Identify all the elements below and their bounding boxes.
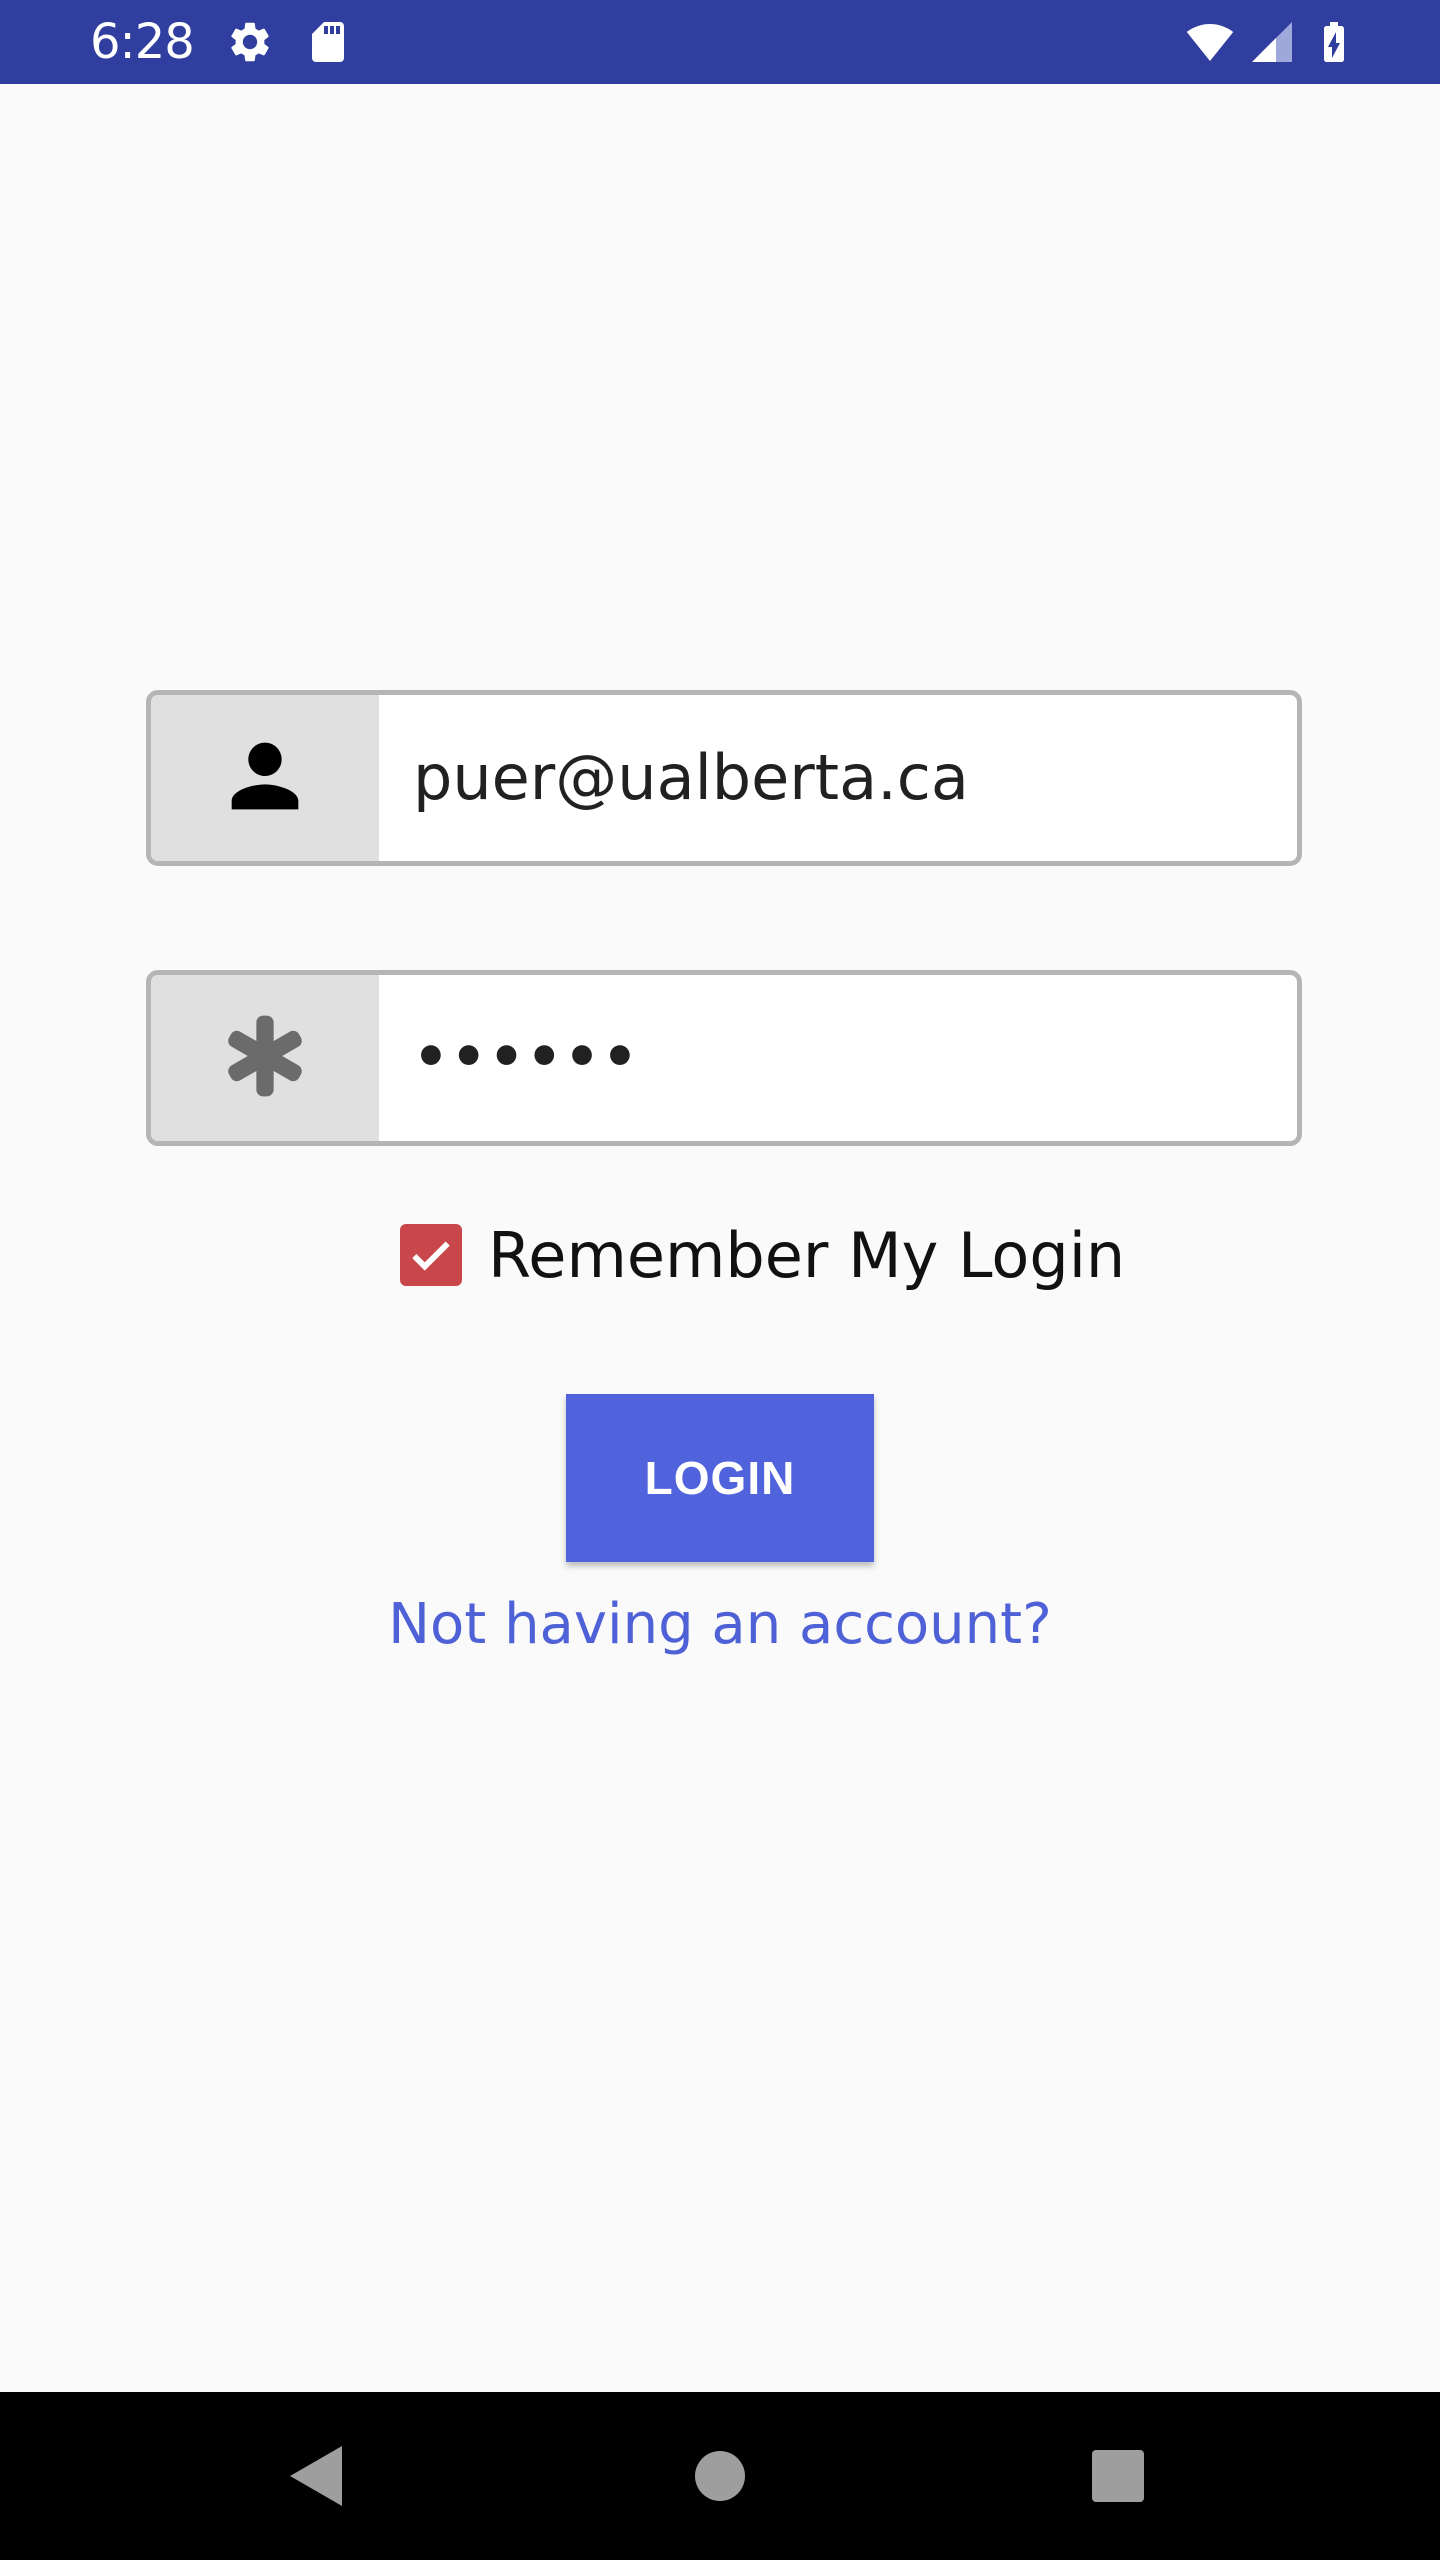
checkmark-icon: [412, 1241, 450, 1271]
signup-link[interactable]: Not having an account?: [0, 1592, 1440, 1657]
remember-label: Remember My Login: [488, 1218, 1126, 1292]
signal-icon: [1248, 18, 1296, 66]
sd-card-icon: [304, 18, 352, 66]
back-icon[interactable]: [278, 2436, 358, 2516]
status-bar: 6:28: [0, 0, 1440, 84]
settings-icon: [226, 18, 274, 66]
email-field[interactable]: puer@ualberta.ca: [146, 690, 1302, 866]
battery-charging-icon: [1310, 18, 1358, 66]
password-field[interactable]: ••••••: [146, 970, 1302, 1146]
wifi-icon: [1186, 18, 1234, 66]
navigation-bar: [0, 2392, 1440, 2560]
home-icon[interactable]: [680, 2436, 760, 2516]
asterisk-icon: [217, 1008, 313, 1109]
email-input[interactable]: puer@ualberta.ca: [413, 695, 969, 861]
login-button[interactable]: LOGIN: [566, 1394, 874, 1562]
person-icon: [215, 726, 315, 831]
recents-icon[interactable]: [1078, 2436, 1158, 2516]
email-icon-box: [151, 695, 379, 861]
status-time: 6:28: [90, 14, 195, 70]
remember-login-row[interactable]: Remember My Login: [400, 1219, 1125, 1292]
remember-checkbox[interactable]: [400, 1224, 462, 1286]
password-input[interactable]: ••••••: [413, 975, 640, 1141]
password-icon-box: [151, 975, 379, 1141]
